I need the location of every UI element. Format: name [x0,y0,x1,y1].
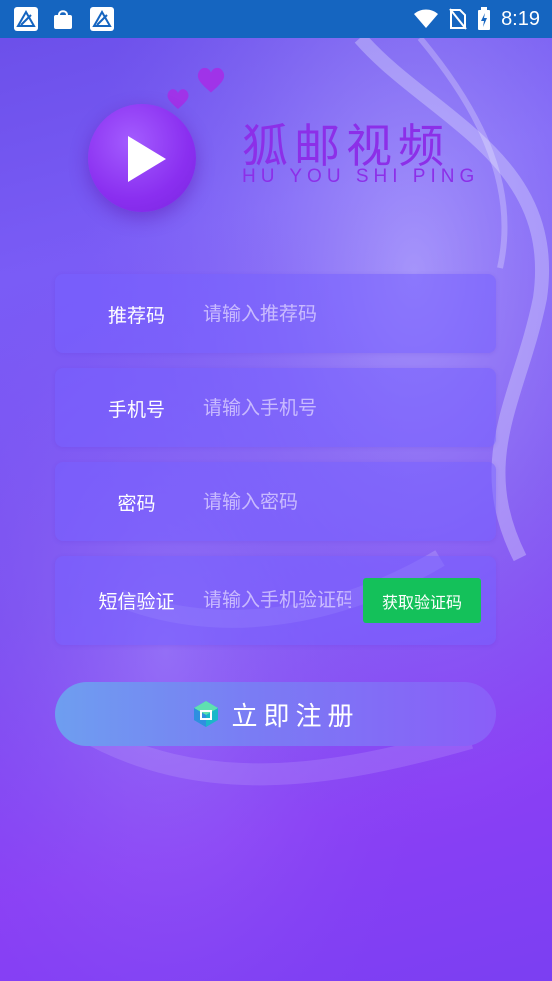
phone-label: 手机号 [107,399,165,421]
app-store-icon [52,7,76,31]
heart-icon [197,67,225,93]
sms-field: 短信验证 获取验证码 [55,556,496,645]
heart-icon [167,89,189,109]
app-logo [88,104,196,212]
play-icon [128,136,166,182]
no-sim-icon [449,8,467,30]
password-input[interactable] [203,488,473,516]
cube-icon [194,701,219,727]
phone-field: 手机号 [55,368,496,447]
wifi-icon [414,9,439,28]
referral-input[interactable] [203,300,473,328]
sms-label: 短信验证 [98,591,175,613]
sms-code-input[interactable] [203,586,351,614]
status-bar: 8:19 [0,0,552,38]
app-notification-icon [90,7,114,31]
app-notification-icon [14,7,38,31]
referral-label: 推荐码 [107,305,165,327]
password-label: 密码 [117,493,156,515]
phone-input[interactable] [203,394,473,422]
password-field: 密码 [55,462,496,541]
brand-subtitle: HU YOU SHI PING [242,166,480,187]
clock: 8:19 [501,7,540,30]
referral-field: 推荐码 [55,274,496,353]
battery-charging-icon [478,7,491,30]
register-label: 立即注册 [231,701,360,732]
get-code-button[interactable]: 获取验证码 [363,578,481,623]
register-button[interactable]: 立即注册 [55,682,496,746]
